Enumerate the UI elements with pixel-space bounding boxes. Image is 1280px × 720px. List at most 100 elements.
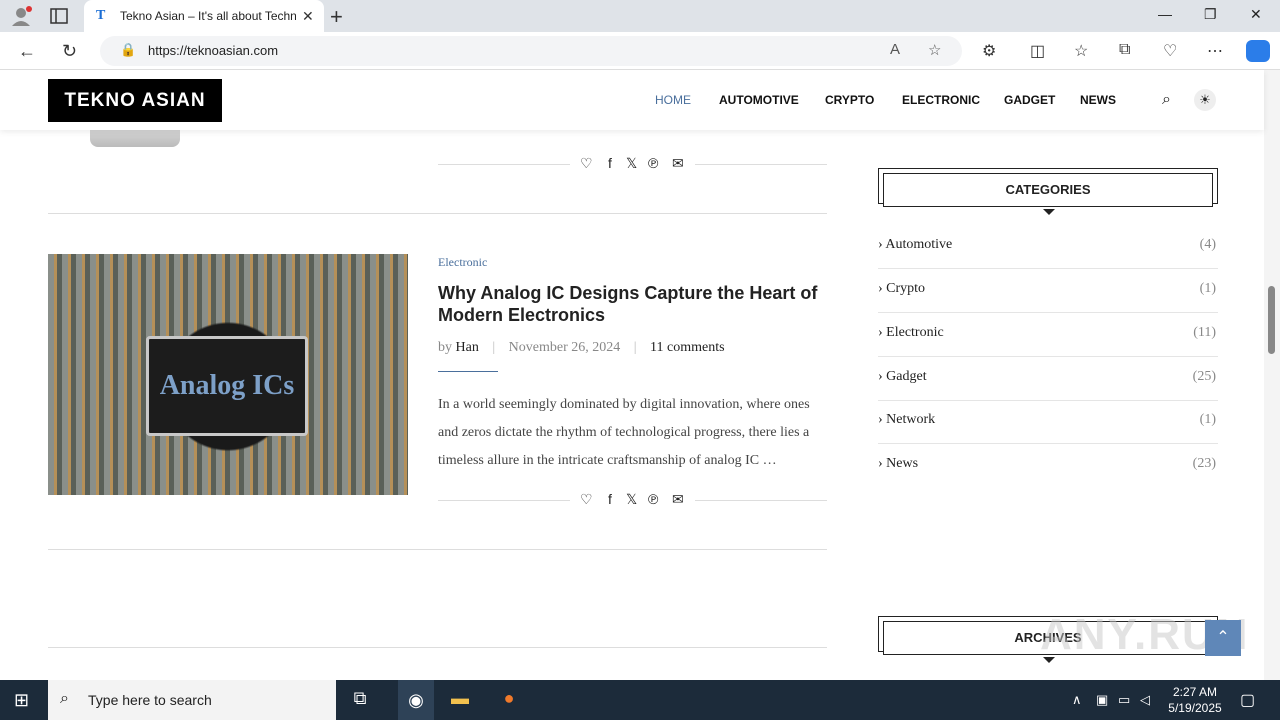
like-heart-icon[interactable]: ♡ [580, 491, 593, 508]
back-icon[interactable]: ← [18, 41, 36, 62]
dark-mode-toggle-icon[interactable]: ☀ [1194, 89, 1216, 111]
site-header: TEKNO ASIAN HOME AUTOMOTIVE CRYPTO ELECT… [0, 70, 1264, 130]
search-placeholder[interactable]: Type here to search [88, 692, 212, 708]
category-count: (23) [1192, 456, 1216, 471]
nav-news[interactable]: NEWS [1080, 93, 1116, 107]
lock-icon[interactable]: 🔒 [120, 42, 136, 58]
category-name[interactable]: › Gadget [878, 369, 927, 385]
share-bar-post: ♡ f 𝕏 ℗ ✉ [438, 490, 827, 510]
post-separator [48, 647, 827, 648]
like-heart-icon[interactable]: ♡ [580, 155, 593, 172]
category-name[interactable]: › News [878, 456, 918, 472]
minimize-icon[interactable]: — [1158, 6, 1172, 22]
facebook-icon[interactable]: f [608, 491, 612, 507]
x-twitter-icon[interactable]: 𝕏 [626, 491, 637, 508]
email-icon[interactable]: ✉ [672, 491, 684, 508]
category-item-news[interactable]: › News (23) [878, 444, 1218, 488]
edge-browser-icon[interactable]: ◉ [398, 680, 434, 720]
category-count: (1) [1199, 281, 1216, 296]
categories-widget-title: CATEGORIES [878, 168, 1218, 215]
post-separator [48, 549, 827, 550]
post-separator [48, 213, 827, 214]
close-tab-icon[interactable]: ✕ [302, 8, 314, 25]
firefox-icon[interactable]: ● [497, 688, 521, 712]
task-view-icon[interactable]: ⧉ [348, 688, 372, 712]
category-item-electronic[interactable]: › Electronic (11) [878, 313, 1218, 357]
tab-actions-icon[interactable] [50, 8, 68, 24]
more-menu-icon[interactable]: ⋯ [1207, 41, 1223, 61]
post-comments-link[interactable]: 11 comments [650, 340, 725, 355]
nav-gadget[interactable]: GADGET [1004, 93, 1055, 107]
heading-arrow [1043, 209, 1055, 215]
refresh-icon[interactable]: ↻ [62, 41, 77, 62]
scrollbar-thumb[interactable] [1268, 286, 1275, 354]
performance-icon[interactable]: ♡ [1163, 41, 1177, 61]
tab-title: Tekno Asian – It's all about Techn [120, 9, 296, 23]
category-item-automotive[interactable]: › Automotive (4) [878, 225, 1218, 269]
site-logo[interactable]: TEKNO ASIAN [48, 79, 222, 122]
collections-icon[interactable]: ⧉ [1119, 41, 1130, 59]
profile-icon[interactable] [10, 6, 32, 26]
post-meta: by Han | November 26, 2024 | 11 comments [438, 340, 725, 355]
pinterest-icon[interactable]: ℗ [648, 491, 658, 507]
post-thumbnail[interactable]: Analog ICs [48, 254, 408, 495]
back-to-top-button[interactable]: ⌃ [1205, 620, 1241, 656]
categories-heading: CATEGORIES [883, 173, 1213, 207]
post-title-link[interactable]: Why Analog IC Designs Capture the Heart … [438, 282, 828, 326]
taskbar-clock[interactable]: 2:27 AM 5/19/2025 [1160, 684, 1230, 716]
category-name[interactable]: › Network [878, 412, 935, 428]
post-category-link[interactable]: Electronic [438, 255, 487, 270]
favorite-star-icon[interactable]: ☆ [928, 41, 941, 59]
email-icon[interactable]: ✉ [672, 155, 684, 172]
nav-crypto[interactable]: CRYPTO [825, 93, 874, 107]
copilot-icon[interactable] [1246, 40, 1270, 62]
web-page: … … … … … … … … ♡ f 𝕏 ℗ ✉ Analog ICs Ele… [0, 70, 1280, 680]
site-search-icon[interactable]: ⌕ [1162, 91, 1171, 109]
divider [438, 500, 570, 501]
category-name[interactable]: › Electronic [878, 325, 944, 341]
browser-tab[interactable]: T Tekno Asian – It's all about Techn ✕ [84, 0, 324, 32]
read-aloud-icon[interactable]: A [890, 41, 900, 58]
favorites-icon[interactable]: ☆ [1074, 41, 1088, 61]
category-count: (11) [1193, 325, 1216, 340]
page-scrollbar[interactable] [1264, 70, 1280, 680]
windows-start-icon[interactable]: ⊞ [14, 690, 29, 711]
x-twitter-icon[interactable]: 𝕏 [626, 155, 637, 172]
address-toolbar: ← ↻ 🔒 https://teknoasian.com A ☆ ⚙ ◫ ☆ ⧉… [0, 32, 1280, 70]
nav-home[interactable]: HOME [655, 93, 691, 107]
extensions-icon[interactable]: ⚙ [982, 41, 996, 61]
tray-chevron-icon[interactable]: ∧ [1072, 692, 1082, 708]
browser-tab-bar: T Tekno Asian – It's all about Techn ✕ +… [0, 0, 1280, 32]
split-screen-icon[interactable]: ◫ [1030, 41, 1045, 61]
notifications-icon[interactable]: ▢ [1240, 690, 1255, 710]
windows-taskbar: ⊞ ⌕ Type here to search ⧉ ◉ ▬ ● ∧ ▣ ▭ ◁ … [0, 680, 1280, 720]
file-explorer-icon[interactable]: ▬ [448, 688, 472, 712]
tray-device-icon[interactable]: ▣ [1096, 692, 1108, 708]
category-item-network[interactable]: › Network (1) [878, 400, 1218, 444]
divider [438, 164, 570, 165]
nav-automotive[interactable]: AUTOMOTIVE [719, 93, 799, 107]
restore-icon[interactable]: ❐ [1204, 6, 1217, 23]
category-item-gadget[interactable]: › Gadget (25) [878, 357, 1218, 401]
post-thumbnail-chip-label: Analog ICs [146, 336, 308, 436]
category-name[interactable]: › Crypto [878, 281, 925, 297]
pinterest-icon[interactable]: ℗ [648, 155, 658, 171]
new-tab-icon[interactable]: + [330, 4, 343, 30]
url-text[interactable]: https://teknoasian.com [148, 43, 278, 58]
address-bar[interactable]: 🔒 https://teknoasian.com A ☆ [100, 36, 962, 66]
close-window-icon[interactable]: ✕ [1250, 6, 1262, 23]
network-icon[interactable]: ▭ [1118, 692, 1130, 708]
post-author-link[interactable]: Han [456, 340, 479, 355]
category-count: (4) [1199, 237, 1216, 252]
taskbar-search[interactable]: ⌕ Type here to search [48, 680, 336, 720]
clock-date: 5/19/2025 [1168, 701, 1222, 715]
category-name[interactable]: › Automotive [878, 237, 952, 253]
site-favicon-icon: T [96, 8, 106, 23]
divider [695, 164, 827, 165]
author-prefix: by [438, 340, 452, 355]
category-count: (1) [1199, 412, 1216, 427]
volume-icon[interactable]: ◁ [1140, 692, 1150, 708]
facebook-icon[interactable]: f [608, 155, 612, 171]
nav-electronic[interactable]: ELECTRONIC [902, 93, 980, 107]
category-item-crypto[interactable]: › Crypto (1) [878, 269, 1218, 313]
